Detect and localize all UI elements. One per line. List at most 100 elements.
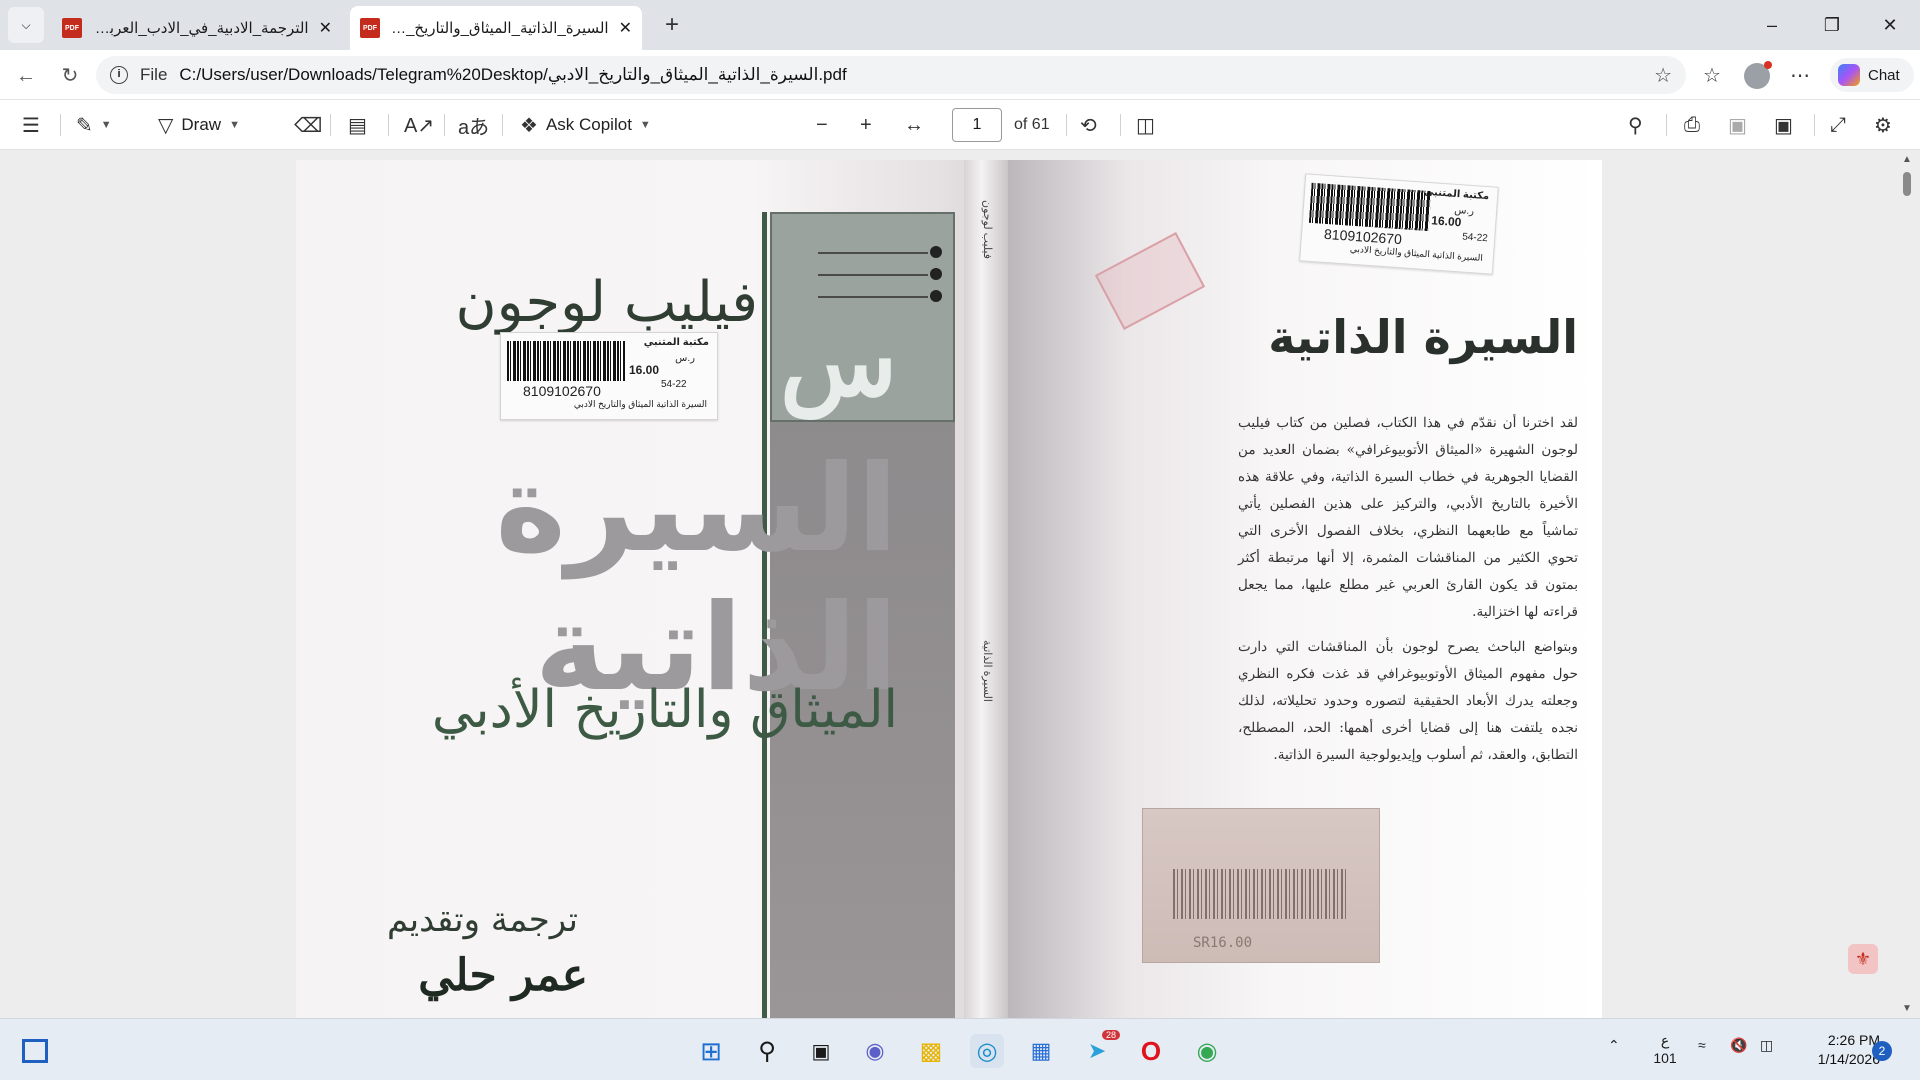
fullscreen-button[interactable]: ⤢ — [1830, 111, 1846, 139]
telegram-badge: 28 — [1101, 1030, 1120, 1040]
scroll-thumb[interactable] — [1903, 172, 1911, 196]
save-button[interactable]: ▣ — [1728, 111, 1747, 139]
clock[interactable]: 2:26 PM 1/14/2026 — [1800, 1031, 1880, 1069]
new-tab-button[interactable]: + — [656, 10, 688, 42]
page-view-button[interactable]: ◫ — [1136, 111, 1155, 139]
url-scheme-label: File — [140, 65, 168, 84]
erase-button[interactable]: ⌫ — [294, 111, 322, 139]
wifi-icon[interactable]: ≈ — [1698, 1037, 1706, 1053]
zoom-in-button[interactable]: + — [860, 111, 872, 139]
plus-icon: + — [860, 113, 872, 136]
tab-strip: ⌵ PDF الترجمة_الادبية_في_الادب_العربي_ال… — [0, 0, 1920, 50]
notification-badge[interactable]: 2 — [1872, 1041, 1892, 1061]
barcode-stamp: SR16.00 — [1142, 808, 1380, 963]
back-price-sticker: 8109102670 مكتبة المتنبي ر.س 16.00 54-22… — [1299, 173, 1499, 275]
url-field[interactable]: i File C:/Users/user/Downloads/Telegram%… — [96, 56, 1686, 94]
chevron-up-icon[interactable]: ⌃ — [1608, 1037, 1620, 1054]
tab-title: السيرة_الذاتية_الميثاق_والتاريخ_الادبي — [390, 20, 609, 37]
search-icon[interactable]: ⚲ — [750, 1034, 784, 1068]
chevron-down-icon[interactable]: ▼ — [229, 119, 240, 131]
highlighter-icon: ✎ — [76, 114, 93, 137]
scroll-up-icon[interactable]: ▲ — [1902, 154, 1912, 165]
price-sticker: 8109102670 مكتبة المتنبي ر.س 16.00 54-22… — [500, 332, 718, 420]
close-icon[interactable]: ✕ — [619, 18, 632, 38]
eraser-icon: ⌫ — [294, 114, 323, 137]
refresh-button[interactable]: ↻ — [56, 62, 84, 90]
tab-pdf-translation[interactable]: PDF الترجمة_الادبية_في_الادب_العربي_الحـ… — [52, 6, 342, 50]
spine-author: فيليب لوجون — [981, 200, 993, 259]
contents-button[interactable]: ☰ — [22, 111, 40, 139]
chevron-down-icon[interactable]: ▼ — [101, 119, 112, 131]
vertical-scrollbar[interactable]: ▲ ▼ — [1900, 150, 1914, 1018]
profile-avatar[interactable] — [1744, 61, 1772, 89]
back-button[interactable]: ← — [12, 62, 40, 90]
read-aloud-button[interactable]: A↗ — [404, 111, 434, 139]
copilot-icon: ❖ — [520, 114, 538, 137]
chat-label: Chat — [1868, 66, 1900, 84]
translate-button[interactable]: aあ — [458, 111, 489, 139]
scroll-down-icon[interactable]: ▼ — [1902, 1003, 1912, 1014]
close-icon[interactable]: ✕ — [319, 18, 332, 38]
page-number-input[interactable]: 1 — [952, 108, 1002, 142]
close-window-button[interactable]: ✕ — [1870, 10, 1910, 40]
book-title: السيرة الذاتية — [495, 440, 900, 718]
text-box-icon: ▤ — [348, 114, 367, 137]
language-indicator[interactable]: ع 101 — [1652, 1031, 1678, 1067]
print-button[interactable]: ⎙ — [1684, 111, 1700, 139]
minimize-button[interactable]: – — [1752, 10, 1792, 40]
telegram-icon[interactable]: ➤ 28 — [1080, 1030, 1120, 1068]
barcode — [1308, 182, 1432, 232]
store-icon[interactable]: ▦ — [1024, 1034, 1058, 1068]
volume-muted-icon[interactable]: 🔇 — [1730, 1037, 1747, 1054]
minus-icon: − — [816, 113, 828, 136]
page-view-icon: ◫ — [1136, 114, 1155, 137]
zoom-out-button[interactable]: − — [816, 111, 828, 139]
settings-button[interactable]: ⚙ — [1874, 111, 1892, 139]
tab-pdf-autobiography[interactable]: PDF السيرة_الذاتية_الميثاق_والتاريخ_الاد… — [350, 6, 642, 50]
back-cover: 8109102670 مكتبة المتنبي ر.س 16.00 54-22… — [1008, 160, 1602, 1018]
battery-icon[interactable]: ◫ — [1760, 1037, 1773, 1054]
date: 1/14/2026 — [1817, 1051, 1880, 1067]
task-switcher-icon[interactable]: ▣ — [804, 1034, 838, 1068]
notification-dot — [1764, 61, 1772, 69]
task-view-icon[interactable] — [18, 1034, 52, 1068]
restore-button[interactable]: ❐ — [1812, 10, 1852, 40]
search-button[interactable]: ⚲ — [1628, 111, 1643, 139]
add-text-button[interactable]: ▤ — [348, 111, 367, 139]
draw-button[interactable]: ▽ Draw ▼ — [158, 111, 240, 139]
acrobat-icon[interactable]: ⚜ — [1848, 944, 1878, 974]
red-stamp — [1094, 232, 1206, 330]
pdf-viewer[interactable]: س فيليب لوجون 8109102670 مكتبة المتنبي ر… — [0, 150, 1920, 1018]
publisher-mark: س — [780, 305, 898, 418]
edge-icon[interactable]: ◎ — [970, 1034, 1004, 1068]
info-icon[interactable]: i — [110, 66, 128, 84]
opera-icon[interactable]: O — [1134, 1034, 1168, 1068]
tab-actions-button[interactable]: ⌵ — [8, 7, 44, 43]
favorite-star-icon[interactable]: ☆ — [1654, 63, 1672, 88]
highlight-button[interactable]: ✎ ▼ — [76, 111, 112, 139]
start-icon[interactable]: ⊞ — [694, 1034, 728, 1068]
translate-icon: aあ — [458, 116, 490, 139]
save-as-button[interactable]: ▣ — [1774, 111, 1793, 139]
save-icon: ▣ — [1728, 114, 1747, 137]
gear-icon: ⚙ — [1874, 114, 1892, 137]
rotate-button[interactable]: ⟲ — [1080, 111, 1097, 139]
tab-title: الترجمة_الادبية_في_الادب_العربي_الحـ — [92, 20, 309, 37]
chevron-down-icon[interactable]: ▼ — [640, 119, 651, 131]
file-explorer-icon[interactable]: ▩ — [914, 1034, 948, 1068]
pdf-toolbar: ☰ ✎ ▼ ▽ Draw ▼ ⌫ ▤ A↗ aあ ❖ Ask Copilot ▼ − + … — [0, 100, 1920, 150]
url-text[interactable]: C:/Users/user/Downloads/Telegram%20Deskt… — [179, 65, 846, 85]
more-options-icon[interactable]: ⋯ — [1786, 62, 1814, 90]
rotate-icon: ⟲ — [1080, 114, 1097, 137]
ask-copilot-button[interactable]: ❖ Ask Copilot ▼ — [520, 111, 651, 139]
translator-name: عمر حلي — [418, 950, 588, 1001]
teams-icon[interactable]: ◉ — [858, 1034, 892, 1068]
chrome-icon[interactable]: ◉ — [1190, 1034, 1224, 1068]
copilot-chat-button[interactable]: Chat — [1830, 58, 1914, 92]
pdf-icon: PDF — [360, 18, 380, 38]
pdf-icon: PDF — [62, 18, 82, 38]
publisher-logo: س — [770, 212, 955, 422]
fit-width-button[interactable]: ↔ — [904, 111, 924, 139]
front-cover: س فيليب لوجون 8109102670 مكتبة المتنبي ر… — [296, 160, 1056, 1018]
favorites-icon[interactable]: ☆ — [1698, 62, 1726, 90]
